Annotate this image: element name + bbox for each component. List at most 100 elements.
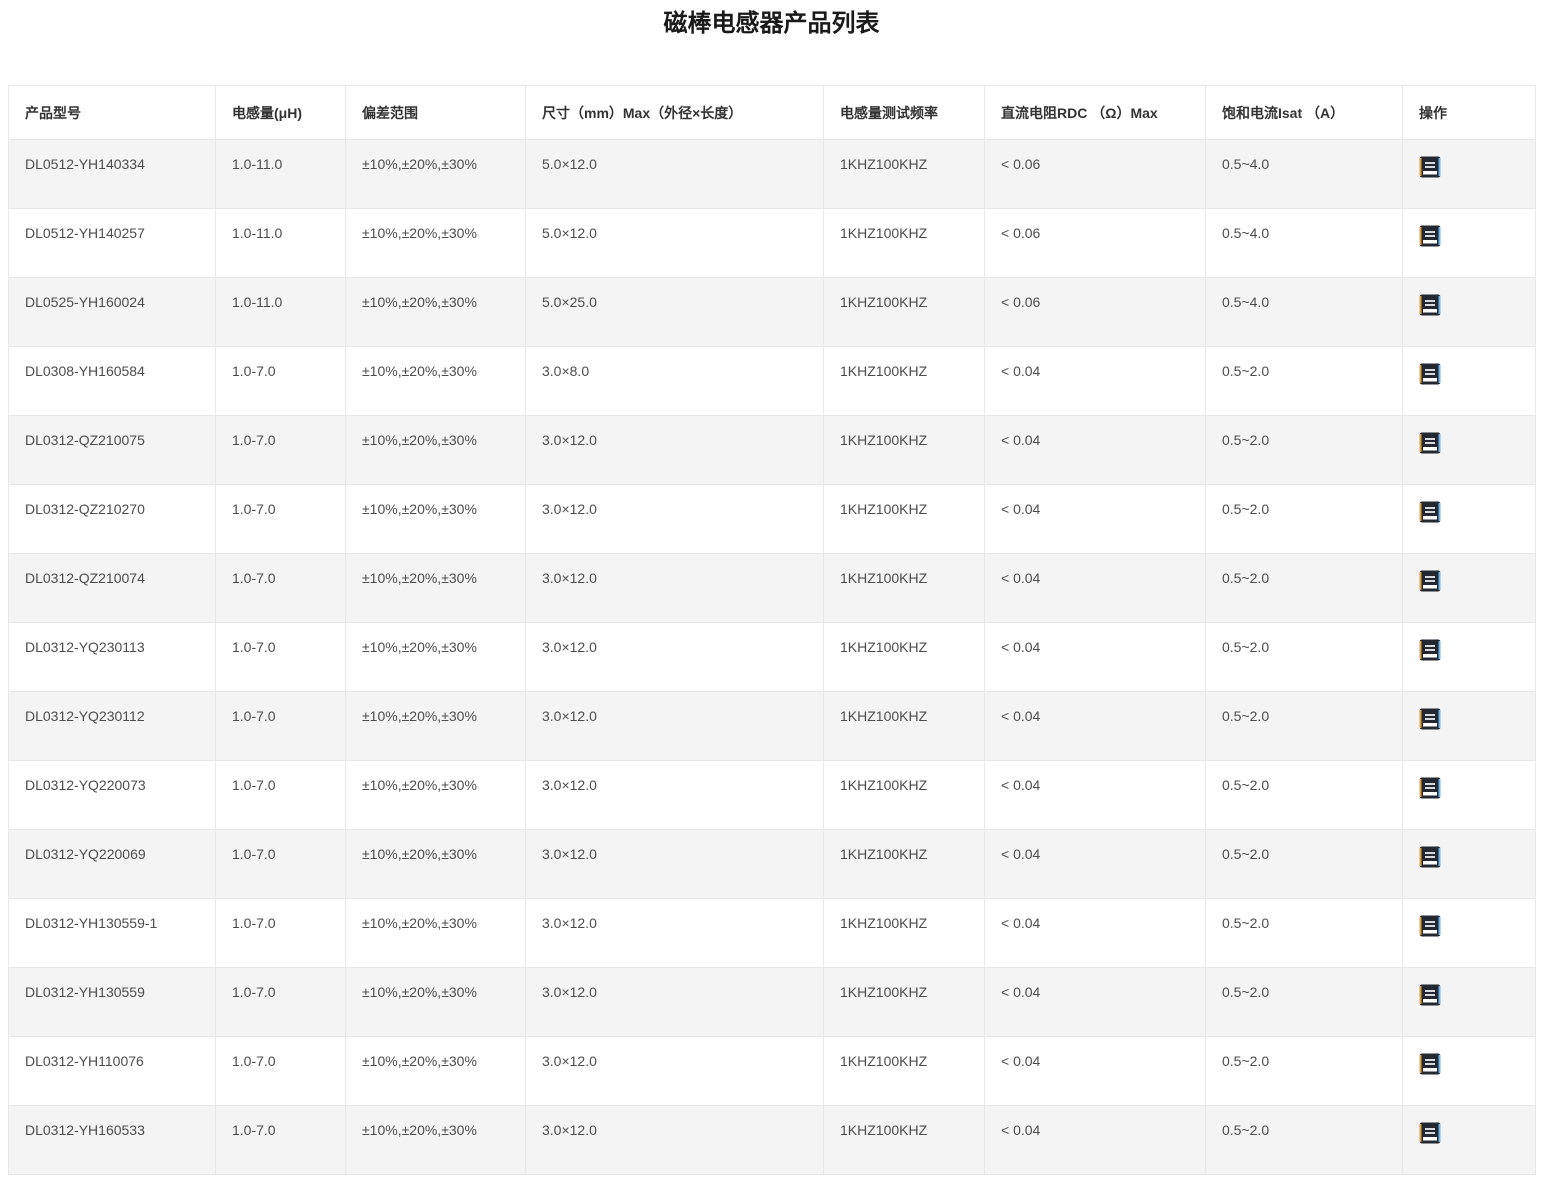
table-row: DL0512-YH1403341.0-11.0±10%,±20%,±30%5.0… <box>9 140 1536 209</box>
cell-size: 3.0×12.0 <box>526 554 824 623</box>
cell-tolerance: ±10%,±20%,±30% <box>346 485 526 554</box>
datasheet-document-icon <box>1419 915 1441 937</box>
cell-isat: 0.5~4.0 <box>1206 209 1403 278</box>
cell-inductance: 1.0-7.0 <box>216 485 346 554</box>
cell-rdc: < 0.04 <box>985 485 1206 554</box>
table-row: DL0525-YH1600241.0-11.0±10%,±20%,±30%5.0… <box>9 278 1536 347</box>
cell-size: 3.0×12.0 <box>526 830 824 899</box>
datasheet-document-icon <box>1419 708 1441 730</box>
cell-size: 3.0×12.0 <box>526 623 824 692</box>
cell-isat: 0.5~2.0 <box>1206 485 1403 554</box>
action-cell <box>1403 278 1536 347</box>
view-datasheet-button[interactable] <box>1419 501 1441 523</box>
datasheet-document-icon <box>1419 1122 1441 1144</box>
column-header-tolerance: 偏差范围 <box>346 86 526 140</box>
cell-freq: 1KHZ100KHZ <box>824 1106 985 1175</box>
table-row: DL0312-QZ2100751.0-7.0±10%,±20%,±30%3.0×… <box>9 416 1536 485</box>
cell-model: DL0312-YQ230113 <box>9 623 216 692</box>
cell-freq: 1KHZ100KHZ <box>824 692 985 761</box>
cell-isat: 0.5~2.0 <box>1206 1106 1403 1175</box>
cell-size: 3.0×12.0 <box>526 485 824 554</box>
cell-freq: 1KHZ100KHZ <box>824 623 985 692</box>
cell-freq: 1KHZ100KHZ <box>824 209 985 278</box>
datasheet-document-icon <box>1419 501 1441 523</box>
cell-isat: 0.5~2.0 <box>1206 830 1403 899</box>
table-row: DL0312-YQ2301121.0-7.0±10%,±20%,±30%3.0×… <box>9 692 1536 761</box>
datasheet-document-icon <box>1419 639 1441 661</box>
cell-tolerance: ±10%,±20%,±30% <box>346 1037 526 1106</box>
cell-inductance: 1.0-7.0 <box>216 416 346 485</box>
view-datasheet-button[interactable] <box>1419 915 1441 937</box>
cell-tolerance: ±10%,±20%,±30% <box>346 554 526 623</box>
cell-isat: 0.5~2.0 <box>1206 347 1403 416</box>
table-row: DL0312-YQ2200691.0-7.0±10%,±20%,±30%3.0×… <box>9 830 1536 899</box>
view-datasheet-button[interactable] <box>1419 570 1441 592</box>
cell-freq: 1KHZ100KHZ <box>824 416 985 485</box>
cell-freq: 1KHZ100KHZ <box>824 140 985 209</box>
view-datasheet-button[interactable] <box>1419 984 1441 1006</box>
cell-size: 5.0×25.0 <box>526 278 824 347</box>
column-header-isat: 饱和电流Isat （A） <box>1206 86 1403 140</box>
cell-model: DL0512-YH140257 <box>9 209 216 278</box>
cell-freq: 1KHZ100KHZ <box>824 830 985 899</box>
cell-isat: 0.5~2.0 <box>1206 554 1403 623</box>
view-datasheet-button[interactable] <box>1419 1122 1441 1144</box>
view-datasheet-button[interactable] <box>1419 156 1441 178</box>
action-cell <box>1403 899 1536 968</box>
cell-model: DL0312-YH160533 <box>9 1106 216 1175</box>
cell-freq: 1KHZ100KHZ <box>824 968 985 1037</box>
view-datasheet-button[interactable] <box>1419 225 1441 247</box>
view-datasheet-button[interactable] <box>1419 708 1441 730</box>
cell-tolerance: ±10%,±20%,±30% <box>346 1106 526 1175</box>
cell-model: DL0312-QZ210075 <box>9 416 216 485</box>
product-table: 产品型号电感量(μH)偏差范围尺寸（mm）Max（外径×长度）电感量测试频率直流… <box>8 85 1536 1175</box>
cell-rdc: < 0.04 <box>985 554 1206 623</box>
view-datasheet-button[interactable] <box>1419 1053 1441 1075</box>
cell-freq: 1KHZ100KHZ <box>824 554 985 623</box>
cell-rdc: < 0.04 <box>985 692 1206 761</box>
cell-size: 3.0×12.0 <box>526 899 824 968</box>
cell-model: DL0312-QZ210074 <box>9 554 216 623</box>
cell-model: DL0308-YH160584 <box>9 347 216 416</box>
table-row: DL0312-YQ2200731.0-7.0±10%,±20%,±30%3.0×… <box>9 761 1536 830</box>
table-row: DL0312-YH1605331.0-7.0±10%,±20%,±30%3.0×… <box>9 1106 1536 1175</box>
cell-inductance: 1.0-7.0 <box>216 692 346 761</box>
action-cell <box>1403 761 1536 830</box>
page-title: 磁棒电感器产品列表 <box>0 9 1543 39</box>
cell-rdc: < 0.04 <box>985 830 1206 899</box>
cell-isat: 0.5~2.0 <box>1206 761 1403 830</box>
datasheet-document-icon <box>1419 570 1441 592</box>
cell-size: 3.0×8.0 <box>526 347 824 416</box>
view-datasheet-button[interactable] <box>1419 846 1441 868</box>
cell-tolerance: ±10%,±20%,±30% <box>346 209 526 278</box>
action-cell <box>1403 623 1536 692</box>
action-cell <box>1403 485 1536 554</box>
cell-freq: 1KHZ100KHZ <box>824 347 985 416</box>
cell-rdc: < 0.06 <box>985 140 1206 209</box>
cell-size: 3.0×12.0 <box>526 416 824 485</box>
cell-isat: 0.5~4.0 <box>1206 140 1403 209</box>
view-datasheet-button[interactable] <box>1419 294 1441 316</box>
datasheet-document-icon <box>1419 363 1441 385</box>
cell-size: 5.0×12.0 <box>526 140 824 209</box>
cell-model: DL0525-YH160024 <box>9 278 216 347</box>
view-datasheet-button[interactable] <box>1419 432 1441 454</box>
cell-rdc: < 0.04 <box>985 968 1206 1037</box>
cell-isat: 0.5~2.0 <box>1206 1037 1403 1106</box>
view-datasheet-button[interactable] <box>1419 363 1441 385</box>
column-header-rdc: 直流电阻RDC （Ω）Max <box>985 86 1206 140</box>
table-row: DL0312-QZ2100741.0-7.0±10%,±20%,±30%3.0×… <box>9 554 1536 623</box>
cell-rdc: < 0.06 <box>985 278 1206 347</box>
cell-tolerance: ±10%,±20%,±30% <box>346 623 526 692</box>
cell-inductance: 1.0-7.0 <box>216 554 346 623</box>
action-cell <box>1403 347 1536 416</box>
view-datasheet-button[interactable] <box>1419 639 1441 661</box>
action-cell <box>1403 830 1536 899</box>
cell-inductance: 1.0-7.0 <box>216 347 346 416</box>
table-body: DL0512-YH1403341.0-11.0±10%,±20%,±30%5.0… <box>9 140 1536 1175</box>
view-datasheet-button[interactable] <box>1419 777 1441 799</box>
cell-model: DL0512-YH140334 <box>9 140 216 209</box>
cell-freq: 1KHZ100KHZ <box>824 1037 985 1106</box>
cell-freq: 1KHZ100KHZ <box>824 761 985 830</box>
cell-model: DL0312-YQ220069 <box>9 830 216 899</box>
